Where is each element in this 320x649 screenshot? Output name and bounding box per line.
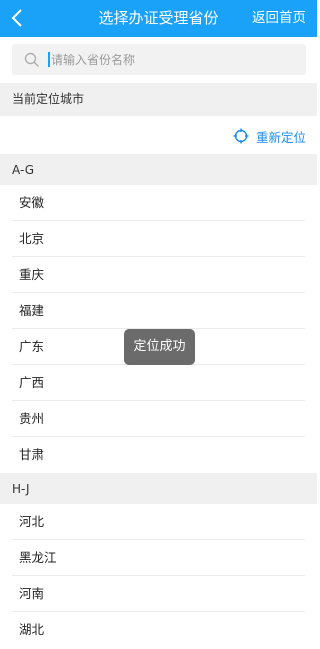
current-location-row: 重新定位 bbox=[0, 118, 317, 154]
province-name: 重庆 bbox=[19, 267, 45, 282]
province-name: 湖北 bbox=[19, 622, 45, 637]
text-cursor bbox=[48, 52, 50, 67]
province-search-input[interactable] bbox=[51, 44, 291, 75]
search-area bbox=[0, 37, 317, 83]
province-item[interactable]: 湖北 bbox=[0, 612, 317, 648]
province-item[interactable]: 河南 bbox=[0, 576, 317, 612]
province-name: 黑龙江 bbox=[19, 550, 57, 565]
relocate-label: 重新定位 bbox=[255, 129, 306, 145]
relocate-button[interactable]: 重新定位 bbox=[233, 118, 306, 154]
province-item[interactable]: 贵州 bbox=[0, 401, 317, 437]
top-navigation-bar: 选择办证受理省份 返回首页 bbox=[0, 0, 317, 37]
search-icon bbox=[24, 52, 39, 67]
province-item[interactable]: 河北 bbox=[0, 504, 317, 540]
home-button[interactable]: 返回首页 bbox=[252, 0, 306, 37]
search-box[interactable] bbox=[12, 44, 306, 75]
province-item[interactable]: 广西 bbox=[0, 365, 317, 401]
province-item[interactable]: 甘肃 bbox=[0, 437, 317, 473]
group-header-a-g: A-G bbox=[0, 154, 317, 187]
province-name: 北京 bbox=[19, 231, 45, 246]
province-name: 河南 bbox=[19, 586, 45, 601]
province-item[interactable]: 福建 bbox=[0, 293, 317, 329]
province-name: 福建 bbox=[19, 303, 45, 318]
province-item[interactable]: 重庆 bbox=[0, 257, 317, 293]
province-name: 贵州 bbox=[19, 411, 45, 426]
province-name: 安徽 bbox=[19, 195, 45, 210]
province-name: 河北 bbox=[19, 514, 45, 529]
province-name: 广西 bbox=[19, 375, 45, 390]
current-location-section-header: 当前定位城市 bbox=[0, 83, 317, 116]
province-item[interactable]: 安徽 bbox=[0, 185, 317, 221]
province-name: 广东 bbox=[19, 339, 45, 354]
crosshair-icon bbox=[233, 128, 249, 144]
province-item[interactable]: 黑龙江 bbox=[0, 540, 317, 576]
toast-message: 定位成功 bbox=[124, 329, 195, 365]
province-name: 甘肃 bbox=[19, 447, 45, 462]
province-item[interactable]: 北京 bbox=[0, 221, 317, 257]
group-header-h-j: H-J bbox=[0, 473, 317, 506]
